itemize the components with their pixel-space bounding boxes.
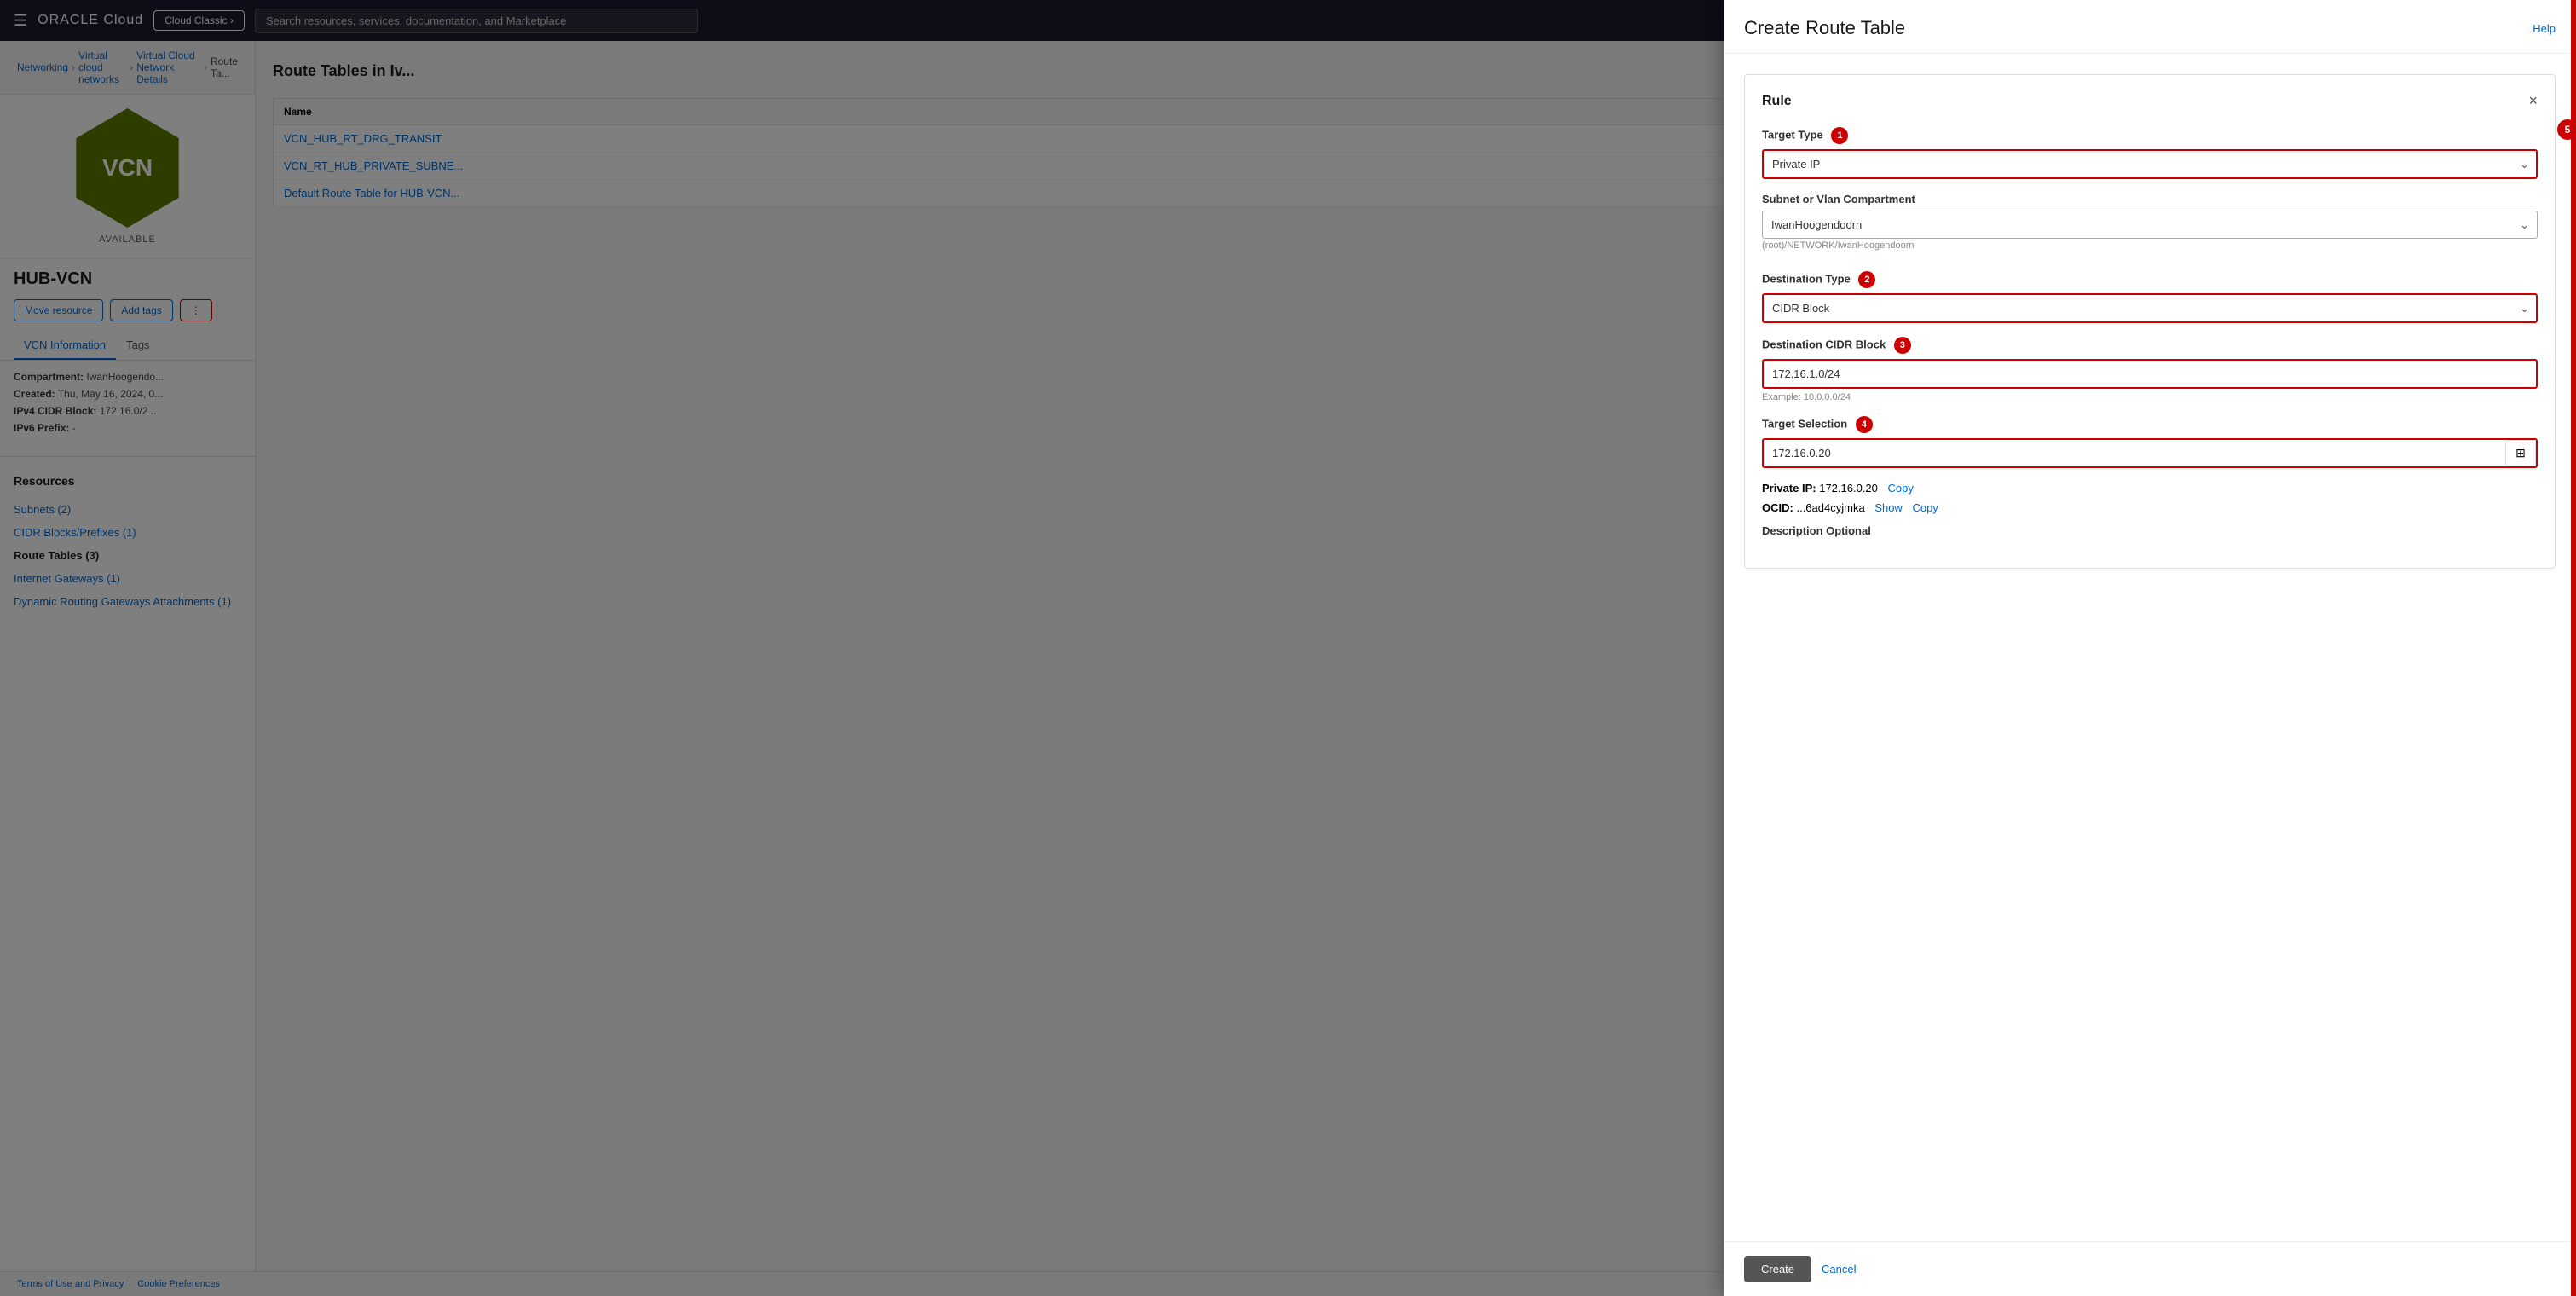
modal-overlay[interactable]: 5 Create Route Table Help Rule × Target … (0, 0, 2576, 1296)
panel-footer: Create Cancel (1724, 1241, 2576, 1296)
destination-cidr-input[interactable] (1762, 359, 2538, 389)
target-grid-icon-button[interactable]: ⊞ (2505, 440, 2536, 466)
ocid-info: OCID: ...6ad4cyjmka Show Copy (1762, 501, 2538, 514)
destination-type-select-wrapper: CIDR Block (1762, 293, 2538, 323)
target-selection-input[interactable] (1762, 438, 2538, 468)
subnet-compartment-label: Subnet or Vlan Compartment (1762, 193, 2538, 205)
ocid-label: OCID: (1762, 501, 1793, 514)
panel-body: Rule × Target Type 1 Private IP (1724, 54, 2576, 1241)
description-group: Description Optional (1762, 524, 2538, 537)
target-selection-label: Target Selection 4 (1762, 416, 2538, 433)
create-button[interactable]: Create (1744, 1256, 1811, 1282)
subnet-compartment-group: Subnet or Vlan Compartment IwanHoogendoo… (1762, 193, 2538, 257)
step-3-badge: 3 (1894, 337, 1911, 354)
destination-type-label: Destination Type 2 (1762, 271, 2538, 288)
rule-close-button[interactable]: × (2528, 92, 2538, 110)
ocid-show-link[interactable]: Show (1874, 501, 1903, 514)
rule-card-title: Rule × (1762, 92, 2538, 110)
destination-cidr-label: Destination CIDR Block 3 (1762, 337, 2538, 354)
target-selection-wrapper: ⊞ (1762, 438, 2538, 468)
step-2-badge: 2 (1858, 271, 1875, 288)
compartment-path: (root)/NETWORK/IwanHoogendoorn (1762, 239, 2538, 257)
create-route-table-panel: 5 Create Route Table Help Rule × Target … (1724, 0, 2576, 1296)
destination-type-group: Destination Type 2 CIDR Block (1762, 271, 2538, 323)
destination-cidr-helper: Example: 10.0.0.0/24 (1762, 392, 2538, 402)
ocid-value: ...6ad4cyjmka (1796, 501, 1864, 514)
destination-cidr-group: Destination CIDR Block 3 Example: 10.0.0… (1762, 337, 2538, 402)
private-ip-copy-link[interactable]: Copy (1888, 482, 1914, 495)
scroll-indicator: 5 (2571, 0, 2576, 1296)
subnet-compartment-select[interactable]: IwanHoogendoorn (1762, 211, 2538, 239)
destination-type-select[interactable]: CIDR Block (1762, 293, 2538, 323)
step-5-badge: 5 (2557, 119, 2576, 140)
panel-help-link[interactable]: Help (2533, 22, 2556, 35)
target-selection-group: Target Selection 4 ⊞ (1762, 416, 2538, 468)
red-scroll-bar (2571, 0, 2576, 1296)
rule-title-label: Rule (1762, 94, 1792, 109)
description-label: Description Optional (1762, 524, 2538, 537)
private-ip-value: 172.16.0.20 (1819, 482, 1878, 495)
cancel-button[interactable]: Cancel (1822, 1263, 1856, 1276)
ocid-copy-link[interactable]: Copy (1912, 501, 1938, 514)
rule-card: Rule × Target Type 1 Private IP (1744, 74, 2556, 569)
panel-title-bar: Create Route Table Help (1724, 0, 2576, 54)
step-4-badge: 4 (1856, 416, 1873, 433)
target-type-label: Target Type 1 (1762, 127, 2538, 144)
target-type-select[interactable]: Private IP (1762, 149, 2538, 179)
subnet-compartment-select-wrapper: IwanHoogendoorn (1762, 211, 2538, 239)
private-ip-label: Private IP: (1762, 482, 1816, 495)
panel-title: Create Route Table (1744, 17, 1905, 39)
target-type-group: Target Type 1 Private IP (1762, 127, 2538, 179)
step-1-badge: 1 (1831, 127, 1848, 144)
target-type-select-wrapper: Private IP (1762, 149, 2538, 179)
private-ip-info: Private IP: 172.16.0.20 Copy (1762, 482, 2538, 495)
